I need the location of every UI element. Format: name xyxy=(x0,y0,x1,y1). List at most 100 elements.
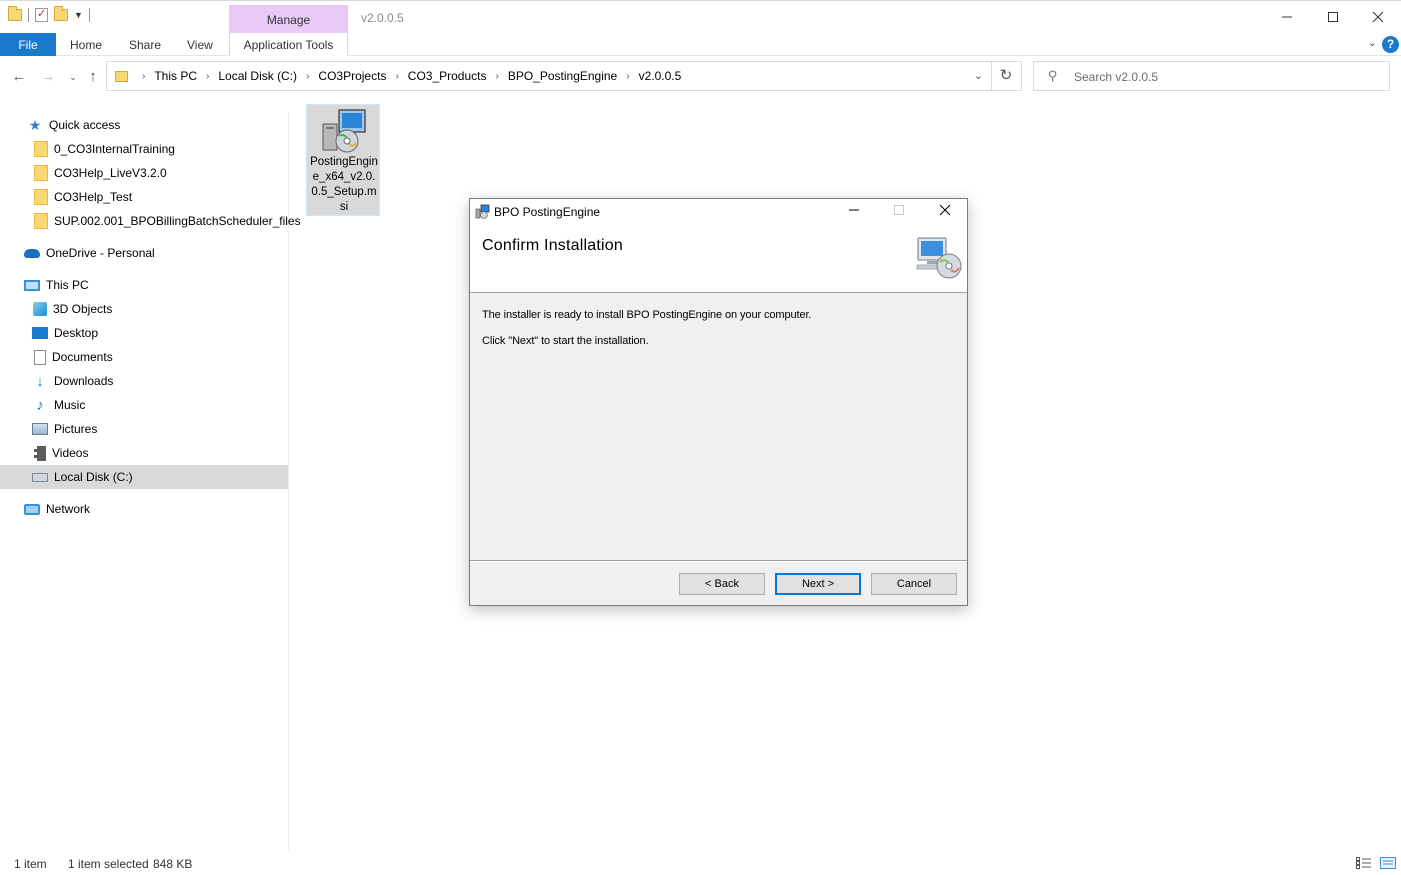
sidebar-item-quick-access[interactable]: ★ Quick access xyxy=(0,113,288,137)
drive-icon xyxy=(32,472,48,482)
desktop-icon xyxy=(32,327,48,339)
next-button[interactable]: Next > xyxy=(775,573,861,595)
folder-icon xyxy=(115,71,128,82)
breadcrumb-separator-icon[interactable]: › xyxy=(206,71,209,82)
refresh-icon[interactable]: ↻ xyxy=(991,61,1022,91)
sidebar-item-downloads[interactable]: ↓ Downloads xyxy=(0,369,288,393)
help-icon[interactable]: ? xyxy=(1382,36,1399,53)
address-history-dropdown-icon[interactable]: ⌄ xyxy=(974,69,983,82)
sidebar-item-label: Local Disk (C:) xyxy=(54,470,133,484)
tab-file[interactable]: File xyxy=(0,33,56,56)
properties-icon[interactable] xyxy=(35,7,48,22)
dialog-maximize-button xyxy=(876,199,921,225)
sidebar-item-folder[interactable]: 0_CO3InternalTraining xyxy=(0,137,288,161)
breadcrumb-separator-icon[interactable]: › xyxy=(495,71,498,82)
breadcrumb-separator-icon[interactable]: › xyxy=(626,71,629,82)
dialog-message: The installer is ready to install BPO Po… xyxy=(482,309,812,321)
dialog-minimize-button[interactable] xyxy=(831,199,876,225)
dialog-instruction: Click "Next" to start the installation. xyxy=(482,335,649,347)
sidebar-item-folder[interactable]: CO3Help_Test xyxy=(0,185,288,209)
new-folder-icon[interactable] xyxy=(54,6,68,21)
cancel-button[interactable]: Cancel xyxy=(871,573,957,595)
sidebar-item-folder[interactable]: CO3Help_LiveV3.2.0 xyxy=(0,161,288,185)
sidebar-item-this-pc[interactable]: This PC xyxy=(0,273,288,297)
breadcrumb-local-disk[interactable]: Local Disk (C:) xyxy=(218,69,297,83)
dialog-close-button[interactable] xyxy=(922,199,967,225)
breadcrumb-separator-icon[interactable]: › xyxy=(395,71,398,82)
minimize-icon xyxy=(1282,16,1292,18)
folder-icon[interactable] xyxy=(8,6,22,21)
sidebar-item-label: Music xyxy=(54,398,86,412)
star-icon: ★ xyxy=(28,116,42,133)
sidebar-item-network[interactable]: Network xyxy=(0,497,288,521)
tab-application-tools[interactable]: Application Tools xyxy=(229,33,348,56)
details-view-icon[interactable] xyxy=(1356,857,1372,869)
sidebar-item-label: Pictures xyxy=(54,422,98,436)
minimize-button[interactable] xyxy=(1264,1,1310,33)
search-box[interactable]: ⚲ Search v2.0.0.5 xyxy=(1033,61,1390,91)
tab-view[interactable]: View xyxy=(187,33,213,56)
expand-ribbon-icon[interactable]: ⌄ xyxy=(1368,36,1377,49)
sidebar-item-pictures[interactable]: Pictures xyxy=(0,417,288,441)
sidebar-item-label: SUP.002.001_BPOBillingBatchScheduler_fil… xyxy=(54,214,301,228)
item-count: 1 item xyxy=(14,857,47,871)
close-icon xyxy=(939,204,950,216)
breadcrumb-separator-icon[interactable]: › xyxy=(142,71,145,82)
back-button[interactable]: < Back xyxy=(679,573,765,595)
tab-share[interactable]: Share xyxy=(129,33,161,56)
breadcrumb-co3-products[interactable]: CO3_Products xyxy=(408,69,487,83)
close-icon xyxy=(1372,11,1384,23)
dialog-heading: Confirm Installation xyxy=(482,237,623,254)
large-icons-view-icon[interactable] xyxy=(1380,857,1396,869)
search-input[interactable]: Search v2.0.0.5 xyxy=(1074,70,1158,84)
breadcrumb: › This PC › Local Disk (C:) › CO3Project… xyxy=(133,69,681,83)
sidebar-item-label: Quick access xyxy=(49,118,121,132)
sidebar-item-label: Downloads xyxy=(54,374,114,388)
dialog-divider xyxy=(470,560,967,562)
title-bar: ▼ Manage v2.0.0.5 xyxy=(0,0,1401,34)
film-icon xyxy=(34,445,46,461)
breadcrumb-current-folder[interactable]: v2.0.0.5 xyxy=(639,69,682,83)
sidebar-item-videos[interactable]: Videos xyxy=(0,441,288,465)
sidebar-item-label: Network xyxy=(46,502,91,516)
navigation-bar: ← → ⌄ ↑ › This PC › Local Disk (C:) › CO… xyxy=(0,56,1401,98)
sidebar-item-3d-objects[interactable]: 3D Objects xyxy=(0,297,288,321)
maximize-button[interactable] xyxy=(1310,1,1356,33)
customize-toolbar-dropdown-icon[interactable]: ▼ xyxy=(74,10,83,20)
sidebar-item-documents[interactable]: Documents xyxy=(0,345,288,369)
sidebar-item-label: 3D Objects xyxy=(53,302,113,316)
sidebar-item-local-disk[interactable]: Local Disk (C:) xyxy=(0,465,288,489)
breadcrumb-bpo-postingengine[interactable]: BPO_PostingEngine xyxy=(508,69,617,83)
selection-size: 848 KB xyxy=(153,857,193,871)
breadcrumb-this-pc[interactable]: This PC xyxy=(154,69,197,83)
maximize-icon xyxy=(1328,12,1338,22)
recent-locations-chevron-icon[interactable]: ⌄ xyxy=(63,67,83,87)
forward-arrow-icon[interactable]: → xyxy=(38,67,58,87)
sidebar-item-label: CO3Help_Test xyxy=(54,190,133,204)
close-button[interactable] xyxy=(1355,1,1401,33)
toolbar-divider xyxy=(28,8,29,22)
up-arrow-icon[interactable]: ↑ xyxy=(83,67,103,87)
status-bar: 1 item 1 item selected 848 KB xyxy=(0,852,1401,875)
sidebar-item-label: OneDrive - Personal xyxy=(46,246,155,260)
download-arrow-icon: ↓ xyxy=(36,372,44,390)
dialog-header: Confirm Installation xyxy=(470,225,967,293)
sidebar-item-onedrive[interactable]: OneDrive - Personal xyxy=(0,241,288,265)
file-explorer-window: ▼ Manage v2.0.0.5 File Home Share View A… xyxy=(0,0,1401,875)
breadcrumb-separator-icon[interactable]: › xyxy=(306,71,309,82)
tab-home[interactable]: Home xyxy=(70,33,102,56)
sidebar-item-desktop[interactable]: Desktop xyxy=(0,321,288,345)
maximize-icon xyxy=(893,205,904,215)
breadcrumb-co3projects[interactable]: CO3Projects xyxy=(318,69,386,83)
toolbar-divider xyxy=(88,8,90,22)
sidebar-item-label: This PC xyxy=(46,278,89,292)
dialog-title: BPO PostingEngine xyxy=(494,205,601,219)
quick-access-toolbar: ▼ xyxy=(8,6,90,22)
sidebar-item-label: Documents xyxy=(52,350,113,364)
file-item-msi[interactable]: PostingEngine_x64_v2.0.0.5_Setup.msi xyxy=(306,104,380,216)
sidebar-item-music[interactable]: ♪ Music xyxy=(0,393,288,417)
sidebar-item-folder[interactable]: SUP.002.001_BPOBillingBatchScheduler_fil… xyxy=(0,209,301,233)
address-bar[interactable]: › This PC › Local Disk (C:) › CO3Project… xyxy=(106,61,992,91)
back-arrow-icon[interactable]: ← xyxy=(9,67,29,87)
cloud-icon xyxy=(24,248,40,258)
